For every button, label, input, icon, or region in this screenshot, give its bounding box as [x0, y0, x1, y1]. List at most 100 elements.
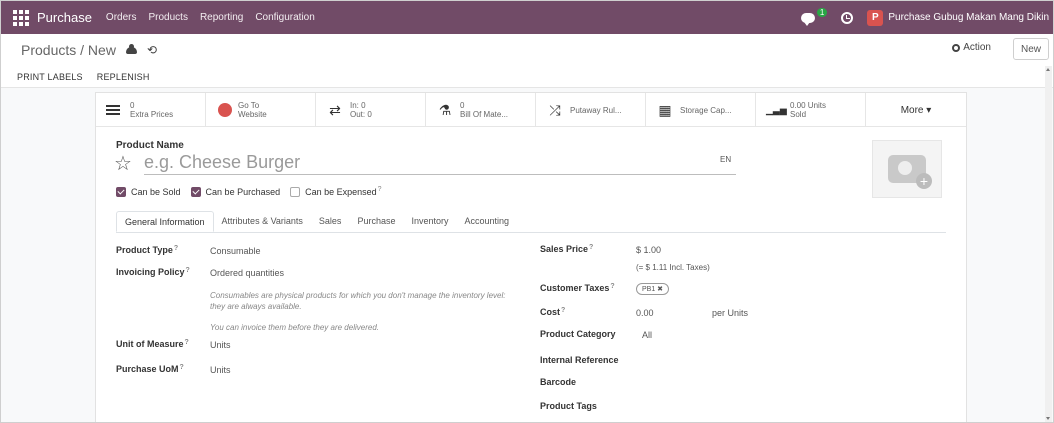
unit-of-measure-value[interactable]: Units	[210, 340, 231, 350]
smart-buttons: 0 Extra Prices Go To Website ⇄ In: 0 Out: 0…	[96, 93, 966, 127]
action-label: Action	[963, 42, 991, 53]
storage-capacity-button[interactable]: ▦ Storage Cap...	[646, 93, 756, 127]
website-line2: Website	[238, 110, 267, 119]
extra-prices-count: 0	[130, 101, 135, 110]
unit-of-measure-label: Unit of Measure?	[116, 339, 189, 349]
tooltip-icon[interactable]: ?	[174, 245, 178, 252]
breadcrumb[interactable]: Products / New	[21, 42, 116, 58]
extra-prices-label: Extra Prices	[130, 110, 174, 119]
sales-price-label: Sales Price?	[540, 244, 594, 254]
tab-general-information[interactable]: General Information	[116, 211, 214, 232]
form-header: PRINT LABELS REPLENISH	[1, 66, 1053, 88]
more-button[interactable]: More ▾	[866, 93, 966, 127]
new-button[interactable]: New	[1013, 38, 1049, 60]
product-image[interactable]	[872, 140, 942, 198]
internal-reference-label: Internal Reference	[540, 355, 619, 365]
tab-accounting[interactable]: Accounting	[457, 211, 518, 232]
discard-icon[interactable]: ⟲	[147, 43, 157, 57]
product-type-value[interactable]: Consumable	[210, 246, 261, 256]
boxes-icon: ▦	[658, 101, 672, 118]
units-sold-count: 0.00 Units	[790, 101, 827, 110]
putaway-rules-button[interactable]: ⤮ Putaway Rul...	[536, 93, 646, 127]
product-name-label: Product Name	[116, 140, 184, 151]
checkbox-checked-icon[interactable]	[116, 187, 126, 197]
in-out-button[interactable]: ⇄ In: 0 Out: 0	[316, 93, 426, 127]
bill-of-materials-button[interactable]: ⚗ 0 Bill Of Mate...	[426, 93, 536, 127]
form-sheet: 0 Extra Prices Go To Website ⇄ In: 0 Out: 0…	[95, 92, 967, 422]
checkbox-unchecked-icon[interactable]	[290, 187, 301, 197]
app-name[interactable]: Purchase	[37, 10, 92, 25]
control-panel: Products / New ⟲ Action New	[1, 34, 1053, 66]
chat-badge: 1	[816, 8, 828, 17]
product-name-input[interactable]	[144, 151, 736, 175]
bom-label: Bill Of Mate...	[460, 110, 509, 119]
company-name[interactable]: Purchase Gubug Makan Mang Dikin	[888, 12, 1049, 23]
invoicing-policy-label: Invoicing Policy?	[116, 267, 190, 277]
cost-label: Cost?	[540, 307, 566, 317]
tooltip-icon[interactable]: ?	[180, 364, 184, 371]
notebook-tabs: General Information Attributes & Variant…	[116, 211, 946, 233]
tooltip-icon[interactable]: ?	[610, 283, 614, 290]
barcode-label: Barcode	[540, 377, 577, 387]
tab-attributes-variants[interactable]: Attributes & Variants	[214, 211, 311, 232]
systray: 1 P Purchase Gubug Makan Mang Dikin	[800, 1, 1049, 34]
can-be-expensed-label: Can be Expensed	[305, 187, 377, 197]
out-count: Out: 0	[350, 110, 372, 119]
menu-orders[interactable]: Orders	[106, 12, 137, 23]
extra-prices-button[interactable]: 0 Extra Prices	[96, 93, 206, 127]
go-to-website-button[interactable]: Go To Website	[206, 93, 316, 127]
product-category-value[interactable]: All	[642, 330, 652, 340]
star-icon[interactable]: ☆	[114, 151, 132, 176]
activity-clock-icon[interactable]	[841, 11, 854, 24]
top-navbar: Purchase Orders Products Reporting Confi…	[1, 1, 1053, 34]
app-menu-icon[interactable]	[13, 9, 29, 26]
product-type-label: Product Type?	[116, 245, 179, 255]
action-button[interactable]: Action	[952, 42, 991, 53]
putaway-label: Putaway Rul...	[570, 105, 622, 115]
tooltip-icon[interactable]: ?	[589, 244, 593, 251]
units-sold-label: Sold	[790, 110, 807, 119]
print-labels-button[interactable]: PRINT LABELS	[17, 72, 83, 82]
checkbox-checked-icon[interactable]	[190, 187, 201, 197]
app-window: Purchase Orders Products Reporting Confi…	[0, 0, 1054, 423]
list-icon	[106, 103, 124, 117]
cost-value[interactable]: 0.00	[636, 308, 654, 318]
tab-inventory[interactable]: Inventory	[403, 211, 456, 232]
tab-purchase[interactable]: Purchase	[349, 211, 403, 232]
storage-label: Storage Cap...	[680, 105, 732, 115]
units-sold-button[interactable]: ▁▃▅ 0.00 Units Sold	[756, 93, 866, 127]
tooltip-icon[interactable]: ?	[186, 267, 190, 274]
shuffle-icon: ⤮	[549, 101, 561, 118]
sales-price-value[interactable]: $ 1.00	[636, 245, 661, 255]
can-be-purchased-checkbox[interactable]: Can be Purchased	[190, 187, 281, 197]
product-tags-label: Product Tags	[540, 401, 597, 411]
tooltip-icon[interactable]: ?	[378, 186, 382, 193]
menu-configuration[interactable]: Configuration	[255, 12, 314, 23]
can-be-sold-label: Can be Sold	[131, 187, 181, 197]
scroll-up-icon[interactable]	[1046, 68, 1050, 71]
tooltip-icon[interactable]: ?	[185, 339, 189, 346]
can-be-purchased-label: Can be Purchased	[205, 187, 281, 197]
transfer-icon: ⇄	[329, 101, 341, 118]
purchase-uom-value[interactable]: Units	[210, 365, 231, 375]
language-button[interactable]: EN	[720, 155, 731, 164]
vertical-scrollbar[interactable]	[1045, 66, 1052, 422]
save-cloud-icon[interactable]	[125, 43, 137, 54]
flask-icon: ⚗	[438, 101, 452, 118]
tax-tag[interactable]: PB1 ✖	[636, 283, 670, 295]
camera-icon	[888, 155, 932, 189]
tab-sales[interactable]: Sales	[311, 211, 350, 232]
website-line1: Go To	[238, 101, 260, 110]
invoicing-policy-value[interactable]: Ordered quantities	[210, 268, 284, 278]
menu-reporting[interactable]: Reporting	[200, 12, 243, 23]
gear-icon	[952, 43, 961, 52]
can-be-sold-checkbox[interactable]: Can be Sold	[116, 187, 181, 197]
menu-products[interactable]: Products	[148, 12, 187, 23]
can-be-expensed-checkbox[interactable]: Can be Expensed ?	[290, 186, 382, 197]
scroll-down-icon[interactable]	[1046, 417, 1050, 420]
replenish-button[interactable]: REPLENISH	[97, 72, 150, 82]
tooltip-icon[interactable]: ?	[561, 307, 565, 314]
in-count: In: 0	[350, 101, 366, 110]
avatar[interactable]: P	[867, 9, 884, 26]
chat-icon[interactable]	[800, 12, 815, 26]
